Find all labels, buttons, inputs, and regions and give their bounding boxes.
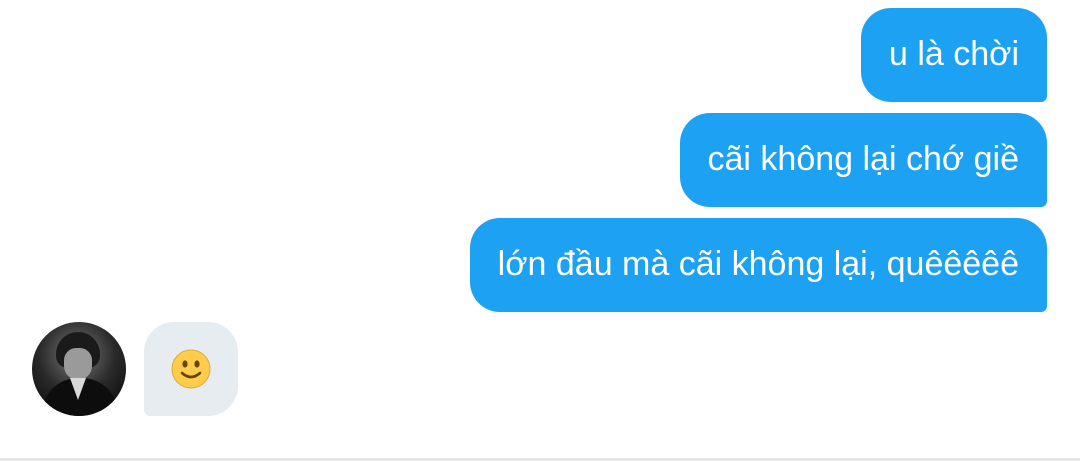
incoming-message-bubble[interactable] [144,322,238,416]
outgoing-message-bubble[interactable]: cãi không lại chớ giề [679,113,1047,207]
slightly-smiling-face-icon [171,349,211,389]
sender-avatar[interactable] [32,322,126,416]
message-text: u là chời [888,35,1019,73]
message-thread: u là chời cãi không lại chớ giề lớn đầu … [0,0,1080,461]
message-text: cãi không lại chớ giề [707,140,1019,178]
message-text: lớn đầu mà cãi không lại, quêêêêê [497,245,1019,283]
outgoing-message-bubble[interactable]: u là chời [860,8,1047,102]
outgoing-message-bubble[interactable]: lớn đầu mà cãi không lại, quêêêêê [469,218,1047,312]
